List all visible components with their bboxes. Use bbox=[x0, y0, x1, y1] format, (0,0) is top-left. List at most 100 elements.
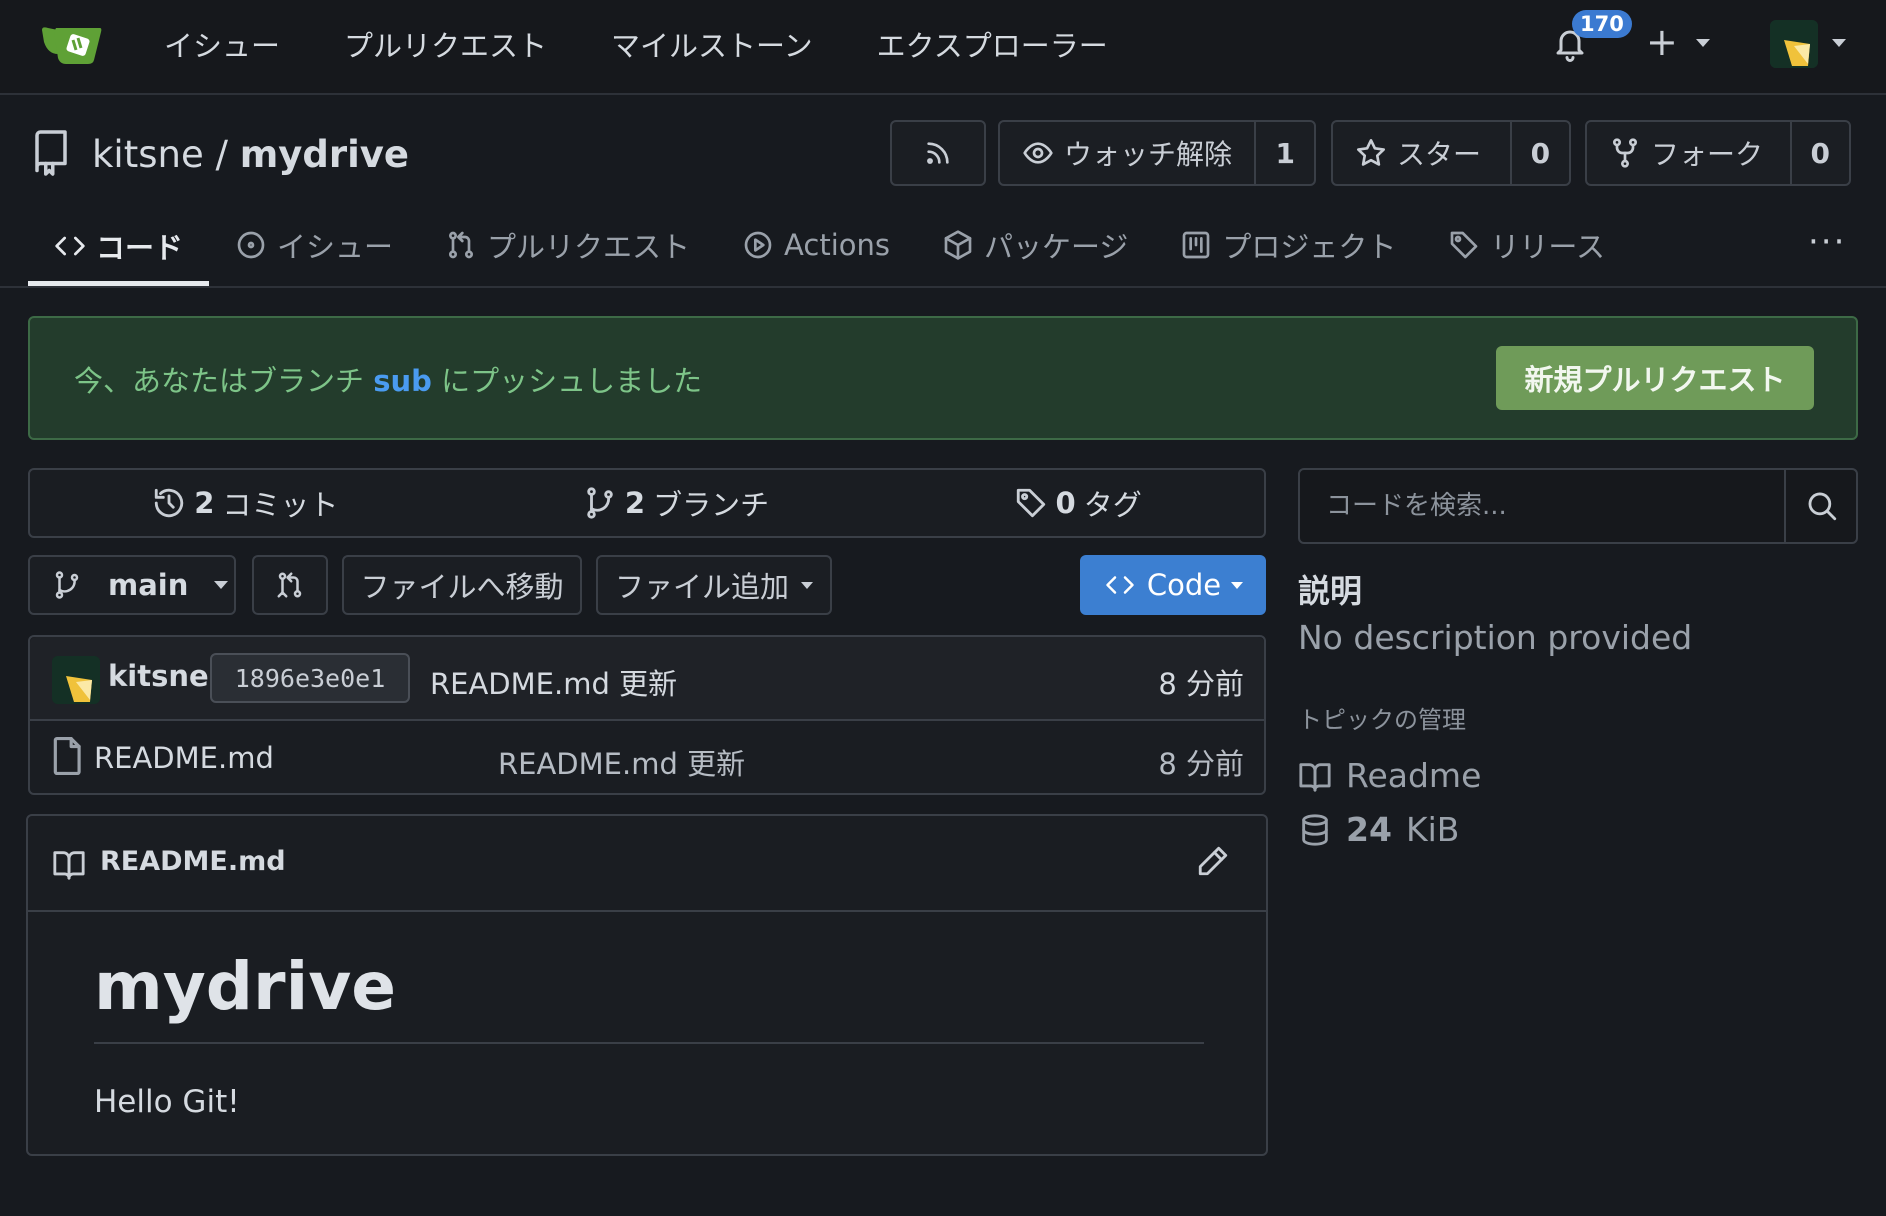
fork-label: フォーク bbox=[1651, 138, 1764, 171]
compare-button[interactable] bbox=[252, 555, 328, 615]
tab-actions[interactable]: Actions bbox=[716, 210, 916, 280]
readme-link[interactable]: Readme bbox=[1298, 756, 1481, 795]
chevron-down-icon[interactable] bbox=[1832, 39, 1846, 47]
branch-selector[interactable]: main bbox=[28, 555, 236, 615]
create-new-plus-icon[interactable]: + bbox=[1646, 22, 1678, 62]
search-button[interactable] bbox=[1784, 470, 1858, 542]
tab-pull-requests[interactable]: プルリクエスト bbox=[419, 210, 716, 280]
top-navbar: イシュー プルリクエスト マイルストーン エクスプローラー 170 + bbox=[0, 0, 1886, 95]
commit-time: 8 分前 bbox=[1158, 667, 1244, 701]
package-icon bbox=[942, 229, 974, 261]
chevron-down-icon bbox=[801, 581, 813, 589]
tab-packages[interactable]: パッケージ bbox=[916, 210, 1154, 280]
notification-count-badge[interactable]: 170 bbox=[1572, 10, 1632, 38]
top-nav-links: イシュー プルリクエスト マイルストーン エクスプローラー bbox=[164, 22, 1108, 70]
file-name-link[interactable]: README.md bbox=[94, 741, 274, 775]
search-input[interactable] bbox=[1300, 470, 1784, 542]
star-button[interactable]: スター bbox=[1333, 122, 1510, 184]
table-row: README.md README.md 更新 8 分前 bbox=[30, 721, 1264, 795]
repo-size-unit: KiB bbox=[1405, 810, 1460, 849]
unwatch-button[interactable]: ウォッチ解除 bbox=[1000, 122, 1254, 184]
file-list: kitsne 1896e3e0e1 README.md 更新 8 分前 READ… bbox=[28, 635, 1266, 795]
branch-icon bbox=[52, 570, 82, 600]
gitea-logo-icon[interactable] bbox=[40, 24, 104, 68]
watchers-count[interactable]: 1 bbox=[1254, 122, 1314, 184]
play-circle-icon bbox=[742, 229, 774, 261]
readme-divider bbox=[94, 1042, 1204, 1044]
manage-topics-link[interactable]: トピックの管理 bbox=[1298, 700, 1466, 735]
file-commit-message[interactable]: README.md 更新 bbox=[498, 741, 745, 783]
branch-icon bbox=[583, 486, 617, 520]
rss-feed-button[interactable] bbox=[890, 120, 986, 186]
readme-heading: mydrive bbox=[94, 948, 396, 1025]
nav-explore[interactable]: エクスプローラー bbox=[877, 22, 1108, 70]
pull-request-icon bbox=[445, 229, 477, 261]
fork-button-group: フォーク 0 bbox=[1585, 120, 1851, 186]
watch-button-group: ウォッチ解除 1 bbox=[998, 120, 1316, 186]
repo-owner-link[interactable]: kitsne bbox=[92, 133, 204, 176]
commit-message[interactable]: README.md 更新 bbox=[430, 661, 677, 703]
stars-count[interactable]: 0 bbox=[1509, 122, 1569, 184]
nav-milestones[interactable]: マイルストーン bbox=[611, 22, 813, 70]
tags-link[interactable]: 0 タグ bbox=[1014, 482, 1142, 524]
tab-releases[interactable]: リリース bbox=[1422, 210, 1631, 280]
add-file-button[interactable]: ファイル追加 bbox=[596, 555, 832, 615]
readme-header: README.md bbox=[28, 816, 1266, 912]
current-branch: main bbox=[108, 568, 189, 602]
tab-label: コード bbox=[96, 230, 184, 265]
new-pull-request-button[interactable]: 新規プルリクエスト bbox=[1496, 346, 1814, 410]
more-options-icon[interactable]: ··· bbox=[1808, 222, 1846, 262]
commit-sha-button[interactable]: 1896e3e0e1 bbox=[210, 653, 410, 703]
book-icon bbox=[1298, 759, 1332, 793]
history-icon bbox=[152, 486, 186, 520]
repo-size: 24 KiB bbox=[1298, 810, 1459, 849]
pencil-icon[interactable] bbox=[1196, 844, 1230, 878]
tab-code[interactable]: コード bbox=[28, 210, 210, 286]
tags-count: 0 bbox=[1055, 486, 1076, 520]
repo-name-link[interactable]: mydrive bbox=[240, 133, 409, 176]
commits-link[interactable]: 2 コミット bbox=[152, 482, 338, 524]
repo-title-separator: / bbox=[215, 133, 228, 176]
repo-stats-bar: 2 コミット 2 ブランチ 0 タグ bbox=[28, 468, 1266, 538]
project-icon bbox=[1180, 229, 1212, 261]
tag-icon bbox=[1014, 486, 1048, 520]
code-icon bbox=[1103, 570, 1137, 600]
code-search bbox=[1298, 468, 1858, 544]
banner-branch-link[interactable]: sub bbox=[373, 364, 432, 398]
user-avatar[interactable] bbox=[1770, 20, 1818, 68]
compare-icon bbox=[275, 570, 305, 600]
tab-projects[interactable]: プロジェクト bbox=[1154, 210, 1422, 280]
commit-author[interactable]: kitsne bbox=[108, 659, 209, 693]
star-icon bbox=[1355, 137, 1387, 169]
unwatch-label: ウォッチ解除 bbox=[1064, 138, 1233, 171]
nav-issues[interactable]: イシュー bbox=[164, 22, 280, 70]
tab-issues[interactable]: イシュー bbox=[209, 210, 419, 280]
star-label: スター bbox=[1397, 138, 1482, 171]
branches-link[interactable]: 2 ブランチ bbox=[583, 482, 769, 524]
nav-pull-requests[interactable]: プルリクエスト bbox=[344, 22, 547, 70]
tab-label: プロジェクト bbox=[1222, 230, 1397, 264]
chevron-down-icon bbox=[214, 581, 229, 589]
search-icon bbox=[1805, 489, 1839, 523]
tags-label: タグ bbox=[1083, 488, 1142, 522]
go-to-file-button[interactable]: ファイルへ移動 bbox=[342, 555, 582, 615]
file-commit-time: 8 分前 bbox=[1158, 747, 1244, 781]
database-icon bbox=[1298, 813, 1332, 847]
branches-count: 2 bbox=[624, 486, 646, 520]
code-clone-button[interactable]: Code bbox=[1080, 555, 1266, 615]
description-text: No description provided bbox=[1298, 618, 1693, 657]
banner-message: 今、あなたはブランチ sub にプッシュしました bbox=[74, 358, 702, 400]
forks-count[interactable]: 0 bbox=[1789, 122, 1849, 184]
tab-label: リリース bbox=[1490, 230, 1605, 264]
avatar[interactable] bbox=[52, 656, 100, 704]
eye-icon bbox=[1022, 137, 1054, 169]
fork-button[interactable]: フォーク bbox=[1587, 122, 1790, 184]
tag-icon bbox=[1448, 229, 1480, 261]
banner-suffix: にプッシュしました bbox=[441, 364, 703, 398]
repo-icon bbox=[30, 128, 72, 178]
latest-commit-row: kitsne 1896e3e0e1 README.md 更新 8 分前 bbox=[30, 637, 1264, 721]
chevron-down-icon[interactable] bbox=[1696, 39, 1710, 47]
code-label: Code bbox=[1146, 568, 1222, 602]
tab-label: Actions bbox=[784, 228, 890, 262]
readme-filename: README.md bbox=[100, 846, 286, 877]
